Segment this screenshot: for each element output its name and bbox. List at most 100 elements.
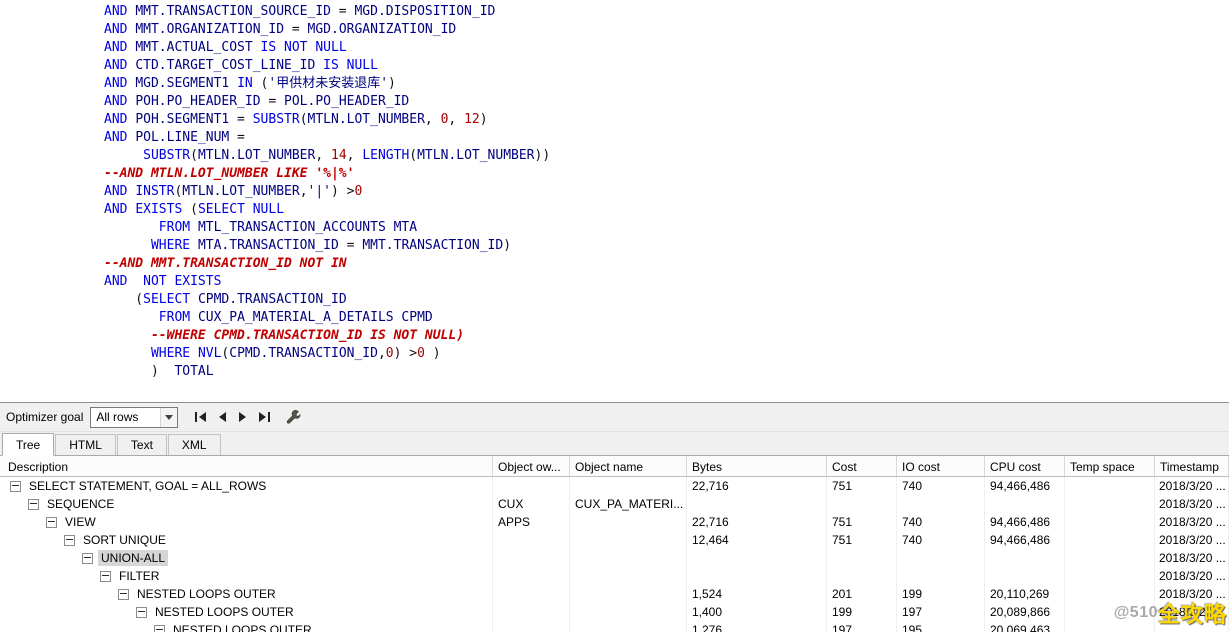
cell-timestamp: 2018/3/20 ... — [1155, 567, 1229, 585]
tree-indent — [0, 540, 64, 541]
cell-object-owner — [493, 567, 570, 585]
plan-step-label[interactable]: NESTED LOOPS OUTER — [152, 604, 297, 620]
code-line: AND POL.LINE_NUM = — [104, 129, 1229, 147]
plan-tree-row[interactable]: NESTED LOOPS OUTER1,52420119920,110,2692… — [0, 585, 1229, 603]
code-line: FROM CUX_PA_MATERIAL_A_DETAILS CPMD — [104, 309, 1229, 327]
cell-cost — [827, 549, 897, 567]
collapse-minus-icon[interactable] — [82, 553, 93, 564]
prior-record-icon — [216, 411, 228, 423]
collapse-minus-icon[interactable] — [100, 571, 111, 582]
code-line: FROM MTL_TRANSACTION_ACCOUNTS MTA — [104, 219, 1229, 237]
cell-object-name — [570, 585, 687, 603]
collapse-minus-icon[interactable] — [154, 625, 165, 632]
cell-temp-space — [1065, 477, 1155, 495]
code-line: AND INSTR(MTLN.LOT_NUMBER,'|') >0 — [104, 183, 1229, 201]
plan-toolbar: Optimizer goal All rows — [0, 403, 1229, 432]
cell-bytes: 12,464 — [687, 531, 827, 549]
next-record-button[interactable] — [232, 407, 253, 428]
column-header-description[interactable]: Description — [0, 456, 493, 476]
collapse-minus-icon[interactable] — [118, 589, 129, 600]
tab-tree[interactable]: Tree — [2, 433, 54, 456]
cell-io-cost: 740 — [897, 477, 985, 495]
plan-step-label[interactable]: NESTED LOOPS OUTER — [170, 622, 315, 632]
cell-object-owner — [493, 531, 570, 549]
code-line: WHERE MTA.TRANSACTION_ID = MMT.TRANSACTI… — [104, 237, 1229, 255]
cell-object-name — [570, 513, 687, 531]
tab-text[interactable]: Text — [117, 434, 167, 455]
collapse-minus-icon[interactable] — [28, 499, 39, 510]
column-header-object-name[interactable]: Object name — [570, 456, 687, 476]
code-line: AND CTD.TARGET_COST_LINE_ID IS NULL — [104, 57, 1229, 75]
cell-cost — [827, 567, 897, 585]
cell-bytes — [687, 567, 827, 585]
column-header-temp-space[interactable]: Temp space — [1065, 456, 1155, 476]
column-header-bytes[interactable]: Bytes — [687, 456, 827, 476]
plan-step-label[interactable]: SELECT STATEMENT, GOAL = ALL_ROWS — [26, 478, 269, 494]
tree-indent — [0, 576, 100, 577]
code-line: --AND MMT.TRANSACTION_ID NOT IN — [104, 255, 1229, 273]
collapse-minus-icon[interactable] — [136, 607, 147, 618]
cell-cpu-cost: 20,069,463 — [985, 621, 1065, 632]
plan-tree-row[interactable]: NESTED LOOPS OUTER1,40019919720,089,8662… — [0, 603, 1229, 621]
plan-tree-row[interactable]: SORT UNIQUE12,46475174094,466,4862018/3/… — [0, 531, 1229, 549]
cell-temp-space — [1065, 531, 1155, 549]
code-line: AND EXISTS (SELECT NULL — [104, 201, 1229, 219]
cell-io-cost: 197 — [897, 603, 985, 621]
optimizer-goal-select[interactable]: All rows — [90, 407, 178, 428]
cell-io-cost: 740 — [897, 513, 985, 531]
plan-step-label[interactable]: SEQUENCE — [44, 496, 117, 512]
column-header-object-ow[interactable]: Object ow... — [493, 456, 570, 476]
cell-io-cost: 199 — [897, 585, 985, 603]
cell-io-cost: 195 — [897, 621, 985, 632]
cell-description: SELECT STATEMENT, GOAL = ALL_ROWS — [0, 477, 493, 495]
column-header-timestamp[interactable]: Timestamp — [1155, 456, 1229, 476]
tree-indent — [0, 558, 82, 559]
column-header-io-cost[interactable]: IO cost — [897, 456, 985, 476]
plan-tree-row[interactable]: VIEWAPPS22,71675174094,466,4862018/3/20 … — [0, 513, 1229, 531]
plan-step-label[interactable]: VIEW — [62, 514, 99, 530]
plan-tree-row[interactable]: FILTER 2018/3/20 ... — [0, 567, 1229, 585]
tree-indent — [0, 522, 46, 523]
preferences-button[interactable] — [283, 407, 304, 428]
collapse-minus-icon[interactable] — [46, 517, 57, 528]
chevron-down-icon[interactable] — [160, 408, 177, 427]
cell-cpu-cost — [985, 549, 1065, 567]
cell-object-name — [570, 549, 687, 567]
plan-tree-row[interactable]: NESTED LOOPS OUTER1,27619719520,069,463 — [0, 621, 1229, 632]
first-record-button[interactable] — [190, 407, 211, 428]
cell-bytes: 22,716 — [687, 513, 827, 531]
sql-editor[interactable]: AND MMT.TRANSACTION_SOURCE_ID = MGD.DISP… — [0, 0, 1229, 402]
plan-step-label[interactable]: SORT UNIQUE — [80, 532, 169, 548]
cell-object-name — [570, 477, 687, 495]
code-line: --AND MTLN.LOT_NUMBER LIKE '%|%' — [104, 165, 1229, 183]
plan-step-label[interactable]: UNION-ALL — [98, 550, 168, 566]
plan-step-label[interactable]: FILTER — [116, 568, 162, 584]
plan-tree-row[interactable]: SEQUENCECUXCUX_PA_MATERI...2018/3/20 ... — [0, 495, 1229, 513]
column-header-cost[interactable]: Cost — [827, 456, 897, 476]
tab-html[interactable]: HTML — [55, 434, 116, 455]
plan-tree-row[interactable]: UNION-ALL2018/3/20 ... — [0, 549, 1229, 567]
cell-timestamp — [1155, 621, 1229, 632]
optimizer-goal-label: Optimizer goal — [6, 410, 83, 424]
cell-description: SEQUENCE — [0, 495, 493, 513]
collapse-minus-icon[interactable] — [10, 481, 21, 492]
cell-cost — [827, 495, 897, 513]
cell-timestamp: 2018/3/20 ... — [1155, 513, 1229, 531]
cell-bytes — [687, 549, 827, 567]
tab-xml[interactable]: XML — [168, 434, 221, 455]
collapse-minus-icon[interactable] — [64, 535, 75, 546]
cell-description: FILTER — [0, 567, 493, 585]
cell-temp-space — [1065, 495, 1155, 513]
cell-cpu-cost — [985, 567, 1065, 585]
cell-timestamp: 2018/3/20 ... — [1155, 531, 1229, 549]
prior-record-button[interactable] — [211, 407, 232, 428]
cell-io-cost — [897, 567, 985, 585]
cell-timestamp: 2018/3/20 ... — [1155, 585, 1229, 603]
plan-tree-row[interactable]: SELECT STATEMENT, GOAL = ALL_ROWS22,7167… — [0, 477, 1229, 495]
plan-step-label[interactable]: NESTED LOOPS OUTER — [134, 586, 279, 602]
grid-header-row: DescriptionObject ow...Object nameBytesC… — [0, 456, 1229, 477]
cell-object-owner — [493, 477, 570, 495]
column-header-cpu-cost[interactable]: CPU cost — [985, 456, 1065, 476]
cell-object-owner: APPS — [493, 513, 570, 531]
last-record-button[interactable] — [253, 407, 274, 428]
